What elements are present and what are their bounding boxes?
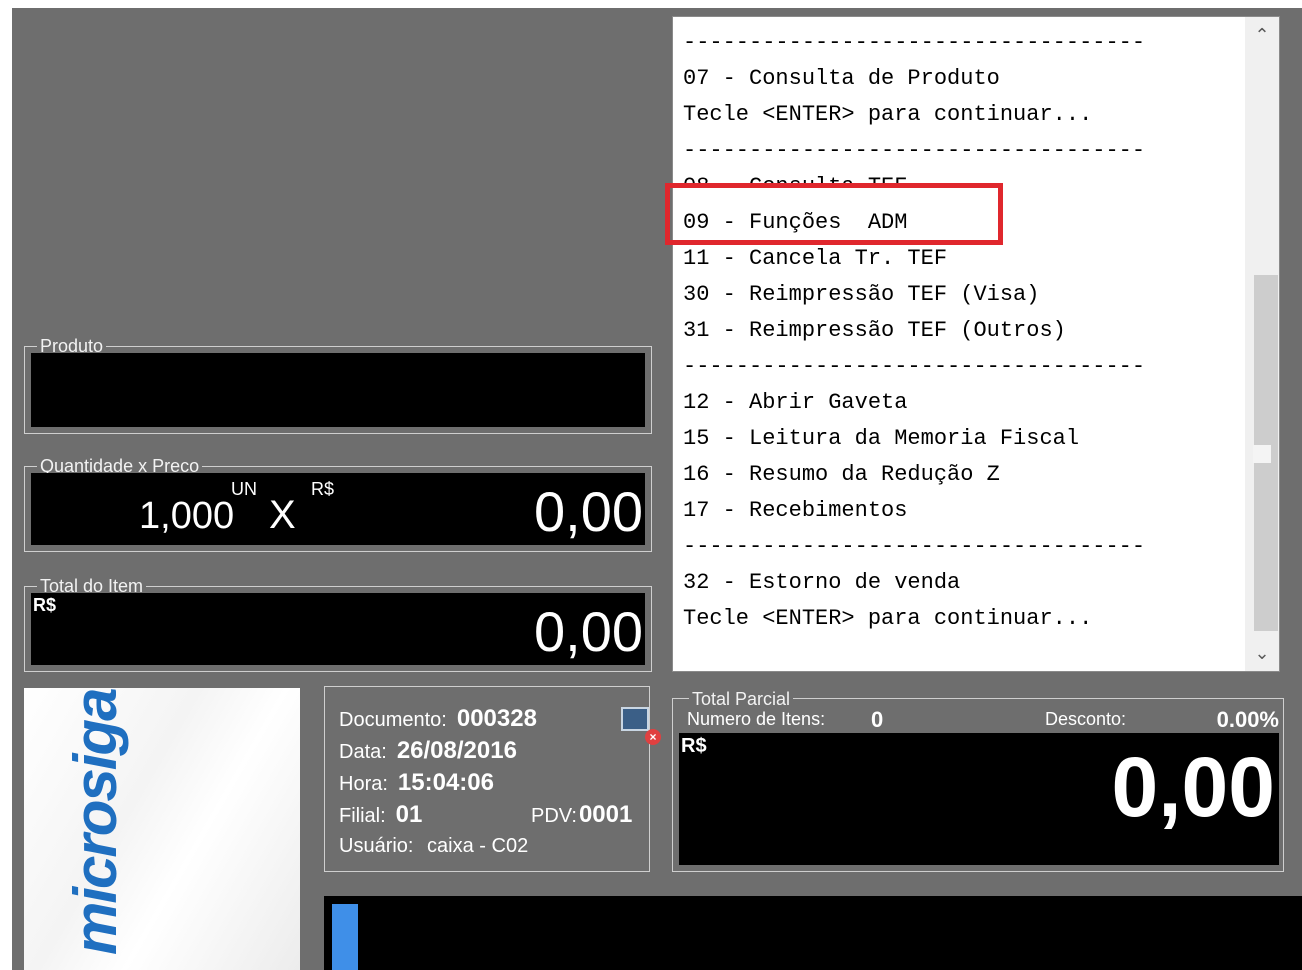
total-item-group: Total do Item R$ 0,00 [24,576,652,672]
menu-separator: ----------------------------------- [683,354,1146,379]
filial-value: 01 [395,801,423,828]
pdv-value: 0001 [578,801,633,828]
status-bar [324,896,1302,970]
documento-row: Documento: 000328 [339,705,537,733]
data-label: Data: [339,741,387,763]
document-info-panel: Documento: 000328 Data: 26/08/2016 Hora: 15… [324,686,661,872]
produto-group: Produto [24,336,652,434]
usuario-row: Usuário: caixa - C02 [339,835,528,858]
chevron-down-icon[interactable]: ⌄ [1245,635,1279,671]
microsiga-logo: microsiga [24,688,300,970]
quantidade-preco-group: Quantidade x Preco 1,000 UN X R$ 0,00 [24,456,652,552]
price-value: 0,00 [534,480,643,543]
hora-row: Hora: 15:04:06 [339,769,494,797]
hora-value: 15:04:06 [397,769,494,796]
progress-indicator [332,904,358,970]
menu-scrollbar[interactable]: ⌃ ⌄ [1245,17,1279,671]
error-badge-icon: × [645,729,661,745]
produto-display [31,353,645,427]
itens-label: Numero de Itens: [687,709,826,729]
menu-separator: ----------------------------------- [683,30,1146,55]
menu-item[interactable]: 16 - Resumo da Redução Z [683,457,1145,493]
desconto-value: 0.00% [1216,707,1279,732]
total-parcial-group: Total Parcial Numero de Itens: 0 Descont… [672,689,1284,872]
menu-item[interactable]: 32 - Estorno de venda [683,565,1145,601]
menu-item[interactable]: 08 - Consulta TEF [683,169,1145,187]
data-row: Data: 26/08/2016 [339,737,517,765]
menu-item[interactable]: 07 - Consulta de Produto [683,61,1145,97]
total-parcial-display: R$ 0,00 [679,733,1279,865]
pdv-label: PDV: [531,805,577,827]
pdv-row: PDV:0001 [531,801,632,829]
menu-item[interactable]: 31 - Reimpressão TEF (Outros) [683,313,1145,349]
logo-text: microsiga [62,689,129,955]
quantity-value: 1,000 [139,495,235,537]
filial-label: Filial: [339,805,386,827]
menu-item[interactable]: Tecle <ENTER> para continuar... [683,97,1145,133]
menu-item[interactable]: 15 - Leitura da Memoria Fiscal [683,421,1145,457]
menu-item[interactable]: 09 - Funções ADM [683,205,1145,241]
total-parcial-value: 0,00 [1111,740,1276,834]
total-item-display: R$ 0,00 [31,593,645,665]
function-menu-list[interactable]: ----------------------------------- 07 - … [672,16,1280,672]
filial-row: Filial: 01 [339,801,422,829]
total-parcial-label: Total Parcial [689,689,794,709]
menu-item[interactable]: 11 - Cancela Tr. TEF [683,241,1145,277]
menu-item[interactable]: Tecle <ENTER> para continuar... [683,601,1145,637]
menu-item[interactable]: 17 - Recebimentos [683,493,1145,529]
menu-lines: ----------------------------------- 07 - … [683,25,1145,637]
desconto-label: Desconto: [1045,709,1127,729]
menu-item[interactable]: 30 - Reimpressão TEF (Visa) [683,277,1145,313]
price-currency: R$ [311,479,335,499]
menu-item[interactable]: 12 - Abrir Gaveta [683,385,1145,421]
menu-separator: ----------------------------------- [683,138,1146,163]
chevron-up-icon[interactable]: ⌃ [1245,17,1279,53]
total-parcial-currency: R$ [681,735,707,757]
quantidade-preco-display: 1,000 UN X R$ 0,00 [31,473,645,545]
hora-label: Hora: [339,773,388,795]
total-item-currency: R$ [33,595,57,615]
data-value: 26/08/2016 [396,737,517,764]
total-item-value: 0,00 [534,600,643,663]
scrollbar-grip [1253,445,1271,463]
documento-value: 000328 [456,705,537,732]
usuario-value: caixa - C02 [427,835,529,857]
itens-value: 0 [871,707,884,732]
unit-label: UN [231,479,257,499]
documento-label: Documento: [339,709,447,731]
computer-disconnected-icon[interactable] [621,707,649,731]
usuario-label: Usuário: [339,835,414,857]
menu-separator: ----------------------------------- [683,534,1146,559]
times-sign: X [269,493,296,537]
